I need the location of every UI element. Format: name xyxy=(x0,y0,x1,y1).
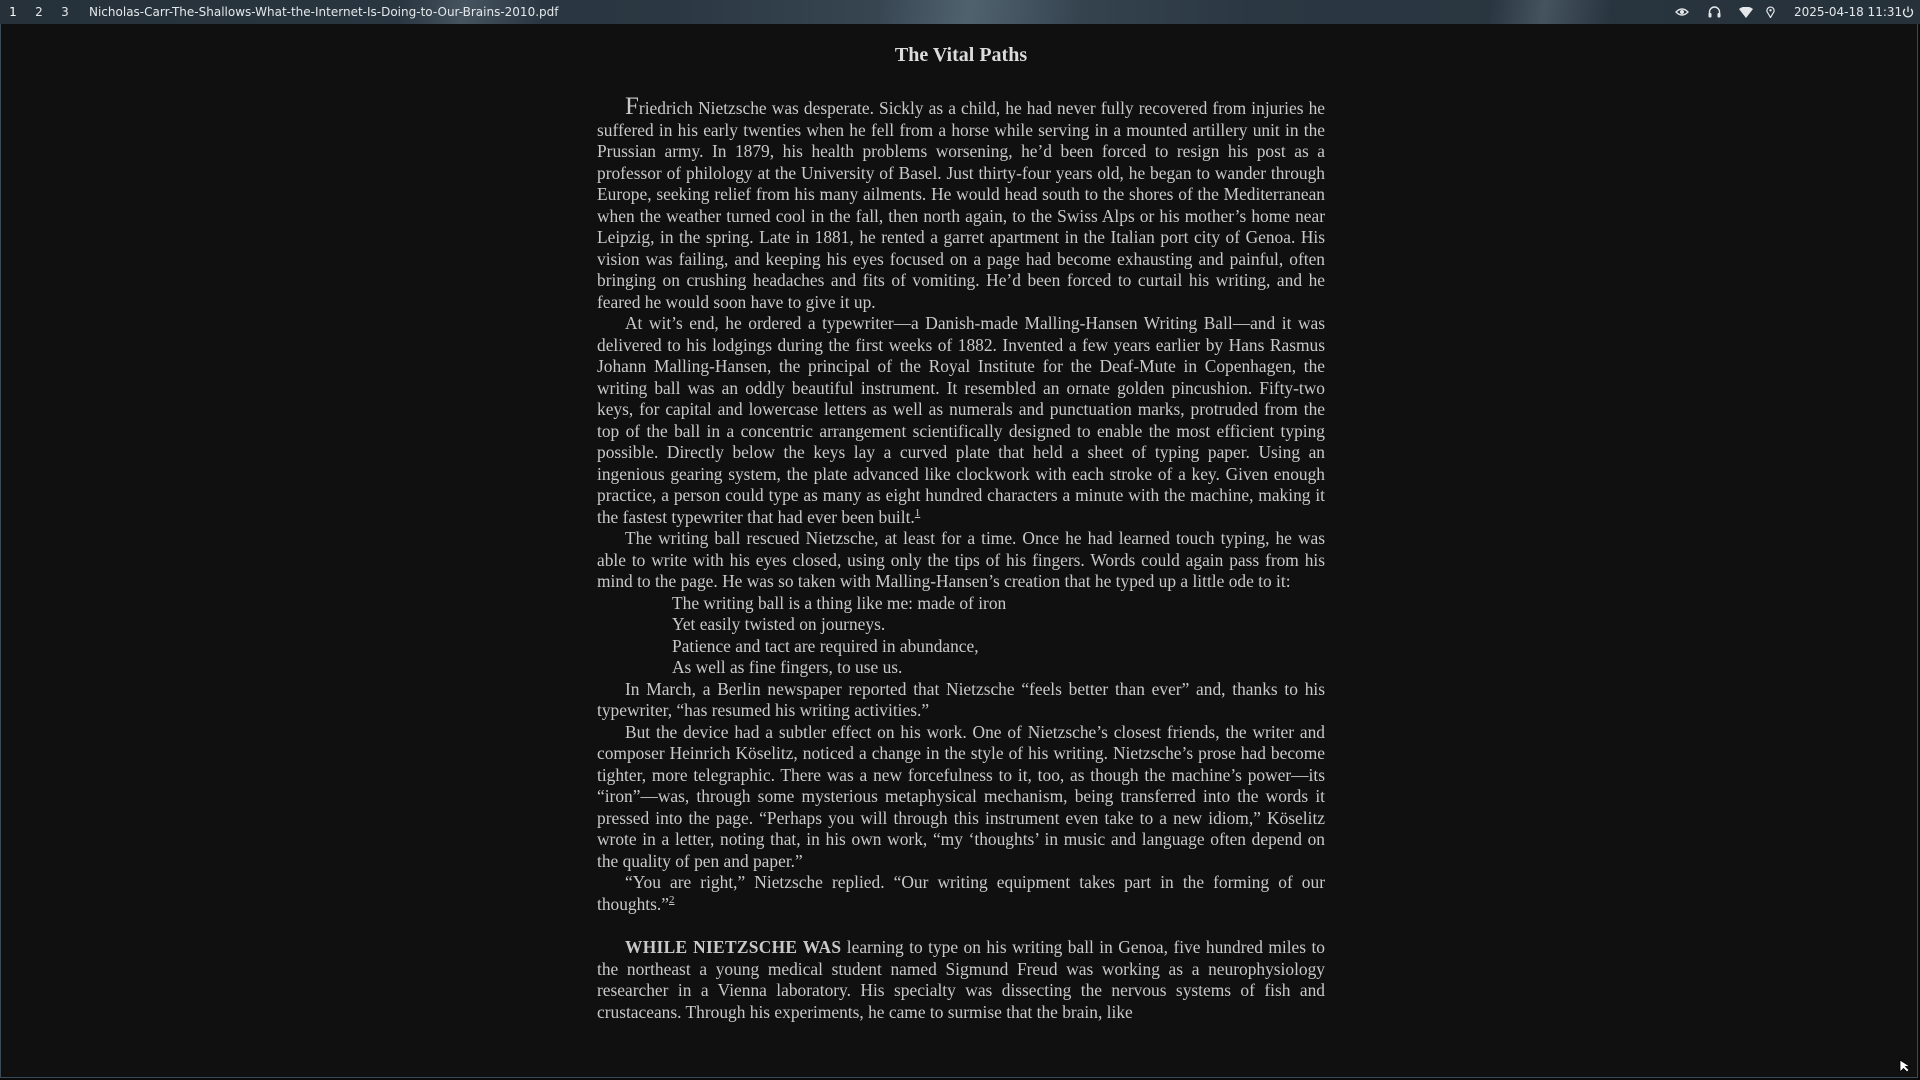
paragraph-text: In March, a Berlin newspaper reported th… xyxy=(597,678,1325,721)
verse-line: Yet easily twisted on journeys. xyxy=(672,614,886,634)
paragraph-text: riedrich Nietzsche was desperate. Sickly… xyxy=(597,98,1325,312)
page-body: Friedrich Nietzsche was desperate. Sickl… xyxy=(597,93,1325,1023)
headphones-icon[interactable] xyxy=(1704,0,1724,24)
footnote-link[interactable]: 1 xyxy=(915,507,921,519)
location-icon[interactable] xyxy=(1760,0,1780,24)
drop-cap: F xyxy=(625,93,639,120)
paragraph: At wit’s end, he ordered a typewriter—a … xyxy=(597,313,1325,528)
paragraph-text: “You are right,” Nietzsche replied. “Our… xyxy=(597,872,1325,914)
power-icon[interactable] xyxy=(1898,0,1918,24)
wifi-icon[interactable] xyxy=(1736,0,1756,24)
paragraph: But the device had a subtler effect on h… xyxy=(597,722,1325,873)
workspace-3[interactable]: 3 xyxy=(52,0,78,24)
workspace-1[interactable]: 1 xyxy=(0,0,26,24)
verse-line: As well as fine fingers, to use us. xyxy=(672,657,903,677)
chapter-title: The Vital Paths xyxy=(894,44,1028,66)
top-status-bar: 1 2 3 Nicholas-Carr-The-Shallows-What-th… xyxy=(0,0,1920,24)
paragraph: “You are right,” Nietzsche replied. “Our… xyxy=(597,872,1325,915)
paragraph: Friedrich Nietzsche was desperate. Sickl… xyxy=(597,93,1325,313)
footnote-link[interactable]: 2 xyxy=(669,894,675,906)
paragraph-text: The writing ball rescued Nietzsche, at l… xyxy=(597,528,1325,591)
bar-highlight xyxy=(1490,0,1610,24)
paragraph: The writing ball rescued Nietzsche, at l… xyxy=(597,528,1325,593)
window-title: Nicholas-Carr-The-Shallows-What-the-Inte… xyxy=(89,5,559,19)
section-break xyxy=(597,915,1325,937)
verse-line: Patience and tact are required in abunda… xyxy=(672,635,979,656)
paragraph: In March, a Berlin newspaper reported th… xyxy=(597,679,1325,722)
verse-line: The writing ball is a thing like me: mad… xyxy=(672,592,1007,613)
paragraph-text: At wit’s end, he ordered a typewriter—a … xyxy=(597,313,1325,527)
paragraph: WHILE NIETZSCHE WAS learning to type on … xyxy=(597,937,1325,1023)
mouse-cursor-icon xyxy=(1899,1058,1915,1077)
pdf-viewer[interactable]: The Vital Paths Friedrich Nietzsche was … xyxy=(0,24,1918,1078)
eye-icon[interactable] xyxy=(1672,0,1692,24)
section-lead-in: WHILE NIETZSCHE WAS xyxy=(625,937,842,957)
clock: 2025-04-18 11:31 xyxy=(1794,5,1903,19)
paragraph-text: But the device had a subtler effect on h… xyxy=(597,721,1325,871)
bar-highlight xyxy=(880,0,1080,24)
workspace-2[interactable]: 2 xyxy=(26,0,52,24)
